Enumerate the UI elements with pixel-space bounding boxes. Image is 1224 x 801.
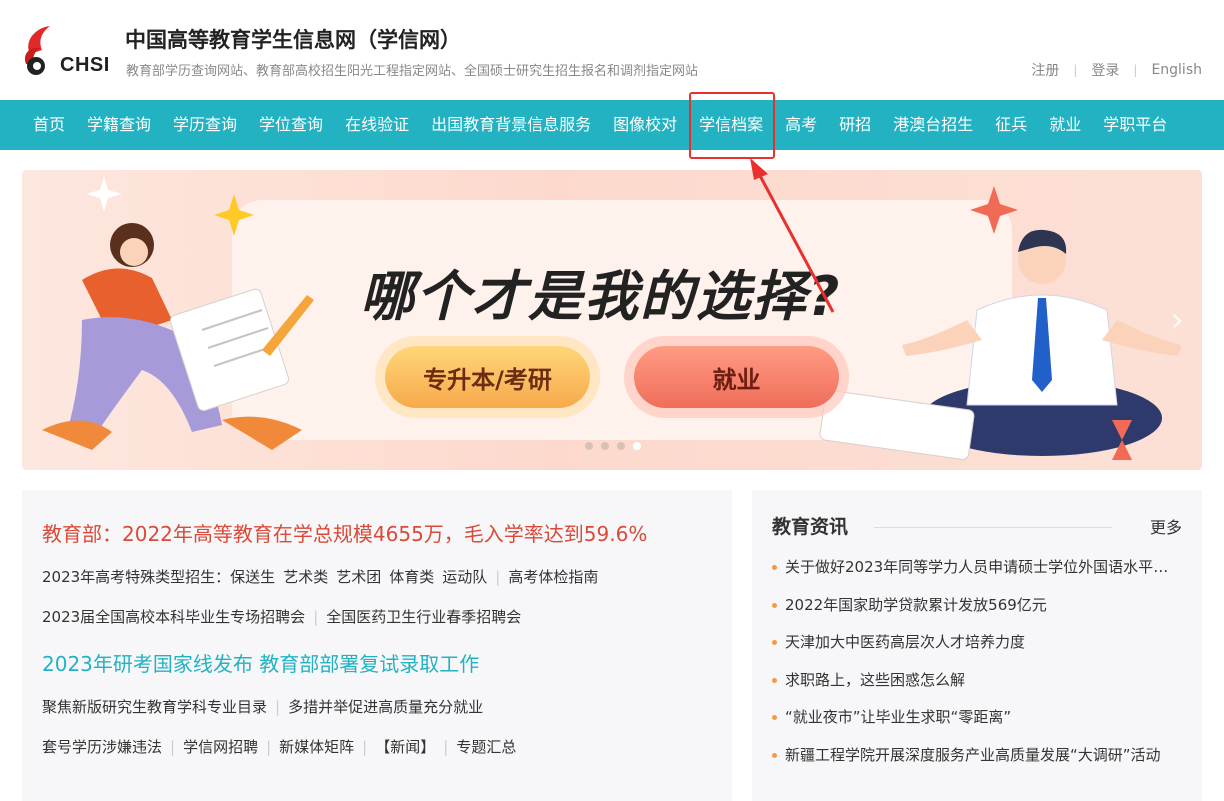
divider: | (362, 737, 368, 756)
headline-link[interactable]: 教育部：2022年高等教育在学总规模4655万，毛入学率达到59.6% (42, 518, 647, 547)
divider: | (266, 737, 272, 756)
news-link[interactable]: 体育类 (389, 566, 434, 587)
news-link[interactable]: 2023届全国高校本科毕业生专场招聘会 (42, 606, 305, 627)
news-link[interactable]: 新媒体矩阵 (279, 736, 354, 757)
nav-item-gaokao[interactable]: 高考 (774, 100, 828, 150)
news-item-link[interactable]: 2022年国家助学贷款累计发放569亿元 (785, 594, 1047, 616)
chevron-right-icon[interactable]: › (1170, 300, 1184, 340)
list-item: 关于做好2023年同等学力人员申请硕士学位外国语水平全国统一考试 (772, 554, 1182, 592)
section-title: 教育资讯 (772, 516, 849, 538)
divider: | (275, 697, 281, 716)
bullet-icon (772, 640, 777, 645)
carousel-dot[interactable] (601, 442, 609, 450)
link-row: 2023届全国高校本科毕业生专场招聘会 | 全国医药卫生行业春季招聘会 (42, 606, 521, 627)
news-link[interactable]: 艺术类 (283, 566, 328, 587)
education-news-panel: 教育资讯 更多 关于做好2023年同等学力人员申请硕士学位外国语水平全国统一考试… (752, 490, 1202, 801)
nav-item-xueli[interactable]: 学历查询 (162, 100, 248, 150)
top-links: 注册 | 登录 | English (1031, 60, 1202, 80)
banner-title: 哪个才是我的选择? (360, 265, 842, 328)
news-link[interactable]: 套号学历涉嫌违法 (42, 736, 162, 757)
news-link[interactable]: 学信网招聘 (183, 736, 258, 757)
link-row: 2023年高考特殊类型招生：保送生 艺术类 艺术团 体育类 运动队 | 高考体检… (42, 566, 598, 587)
bullet-icon (772, 677, 777, 683)
register-link[interactable]: 注册 (1031, 60, 1059, 80)
bullet-icon (772, 752, 777, 758)
news-link[interactable]: 专题汇总 (456, 736, 516, 757)
bullet-icon (772, 715, 777, 720)
site-title: 中国高等教育学生信息网（学信网） (125, 28, 461, 52)
news-link[interactable]: 多措并举促进高质量充分就业 (288, 696, 483, 717)
news-item-link[interactable]: 求职路上，这些困惑怎么解 (785, 669, 965, 691)
news-link[interactable]: 2023年高考特殊类型招生：保送生 (42, 566, 275, 587)
list-item: 新疆工程学院开展深度服务产业高质量发展“大调研”活动 (772, 742, 1182, 780)
nav-item-jiuye[interactable]: 就业 (1038, 100, 1092, 150)
nav-item-xuezhi[interactable]: 学职平台 (1092, 100, 1178, 150)
divider: | (313, 607, 319, 626)
link-row: 套号学历涉嫌违法 | 学信网招聘 | 新媒体矩阵 | 【新闻】 | 专题汇总 (42, 736, 516, 757)
nav-item-home[interactable]: 首页 (22, 100, 76, 150)
divider: | (495, 567, 501, 586)
list-item: 天津加大中医药高层次人才培养力度 (772, 629, 1182, 667)
list-item: 求职路上，这些困惑怎么解 (772, 667, 1182, 705)
news-item-link[interactable]: 天津加大中医药高层次人才培养力度 (785, 631, 1025, 653)
carousel-dot[interactable] (617, 442, 625, 450)
logo-text: CHSI (60, 54, 110, 76)
headline-link[interactable]: 2023年研考国家线发布 教育部部署复试录取工作 (42, 648, 479, 677)
nav-item-xuexin-archive[interactable]: 学信档案 (688, 100, 774, 150)
nav-item-zhengbing[interactable]: 征兵 (984, 100, 1038, 150)
hero-banner[interactable]: 哪个才是我的选择? 专升本/考研 就业 › (22, 170, 1202, 470)
divider: | (170, 737, 176, 756)
news-link[interactable]: 聚焦新版研究生教育学科专业目录 (42, 696, 267, 717)
nav-item-online-verify[interactable]: 在线验证 (334, 100, 420, 150)
news-link[interactable]: 运动队 (442, 566, 487, 587)
news-link[interactable]: 全国医药卫生行业春季招聘会 (326, 606, 521, 627)
site-subtitle: 教育部学历查询网站、教育部高校招生阳光工程指定网站、全国硕士研究生招生报名和调剂… (126, 64, 699, 79)
site-header: CHSI 中国高等教育学生信息网（学信网） 教育部学历查询网站、教育部高校招生阳… (0, 0, 1224, 100)
news-item-link[interactable]: “就业夜市”让毕业生求职“零距离” (785, 706, 1011, 728)
news-left-panel: 教育部：2022年高等教育在学总规模4655万，毛入学率达到59.6% 2023… (22, 490, 732, 801)
english-link[interactable]: English (1151, 62, 1202, 78)
bullet-icon (772, 602, 777, 608)
divider: | (1133, 63, 1138, 77)
nav-item-overseas-education[interactable]: 出国教育背景信息服务 (420, 100, 602, 150)
divider (874, 527, 1112, 528)
carousel-dots (585, 442, 641, 450)
nav-item-image-proof[interactable]: 图像校对 (602, 100, 688, 150)
login-link[interactable]: 登录 (1091, 60, 1119, 80)
nav-item-hmt[interactable]: 港澳台招生 (882, 100, 984, 150)
divider: | (443, 737, 449, 756)
divider: | (1073, 63, 1078, 77)
main-nav: 首页 学籍查询 学历查询 学位查询 在线验证 出国教育背景信息服务 图像校对 学… (0, 100, 1224, 150)
list-item: 2022年国家助学贷款累计发放569亿元 (772, 592, 1182, 630)
carousel-dot[interactable] (585, 442, 593, 450)
list-item: “就业夜市”让毕业生求职“零距离” (772, 704, 1182, 742)
banner-button-upgrade-exam[interactable]: 专升本/考研 (385, 346, 590, 408)
nav-item-xuewei[interactable]: 学位查询 (248, 100, 334, 150)
news-list: 关于做好2023年同等学力人员申请硕士学位外国语水平全国统一考试 2022年国家… (772, 554, 1182, 779)
carousel-dot-active[interactable] (633, 442, 641, 450)
bullet-icon (772, 565, 777, 570)
news-link[interactable]: 【新闻】 (375, 736, 435, 757)
news-item-link[interactable]: 新疆工程学院开展深度服务产业高质量发展“大调研”活动 (785, 744, 1161, 766)
news-link[interactable]: 艺术团 (336, 566, 381, 587)
nav-item-xueji[interactable]: 学籍查询 (76, 100, 162, 150)
banner-button-employment[interactable]: 就业 (634, 346, 839, 408)
more-link[interactable]: 更多 (1150, 514, 1182, 538)
link-row: 聚焦新版研究生教育学科专业目录 | 多措并举促进高质量充分就业 (42, 696, 483, 717)
chsi-logo[interactable]: CHSI (20, 24, 116, 80)
news-link[interactable]: 高考体检指南 (508, 566, 598, 587)
news-item-link[interactable]: 关于做好2023年同等学力人员申请硕士学位外国语水平全国统一考试 (785, 556, 1182, 578)
nav-item-yanzhao[interactable]: 研招 (828, 100, 882, 150)
